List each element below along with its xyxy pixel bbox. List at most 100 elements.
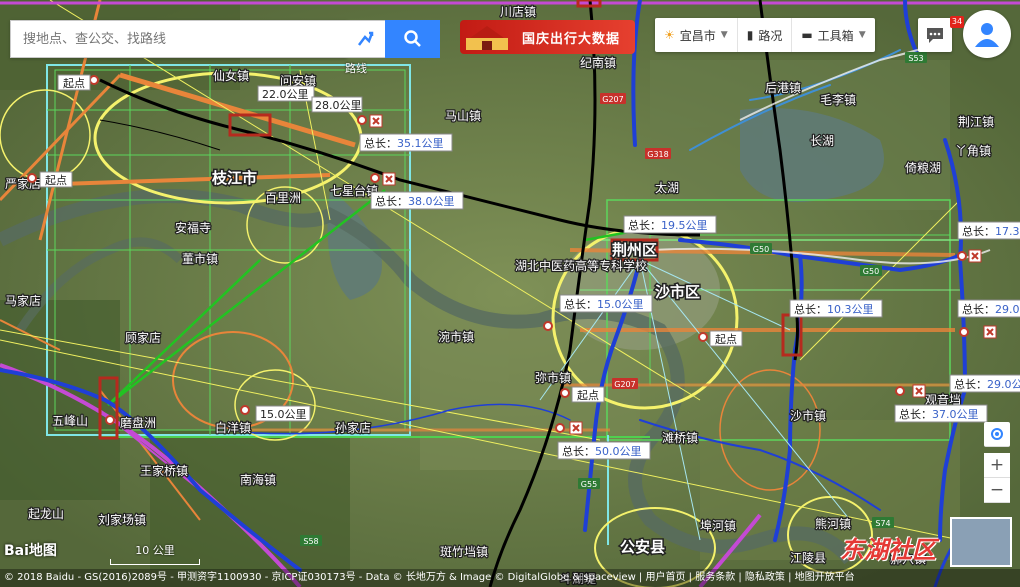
svg-text:总长：19.5公里: 总长：19.5公里 [628, 218, 708, 232]
place-label: 荆州区 [612, 241, 657, 259]
message-button[interactable] [918, 18, 952, 52]
svg-text:总长：35.1公里: 总长：35.1公里 [364, 136, 444, 150]
measure-label: 总长：29.0公里 [949, 374, 1020, 393]
svg-text:15.0公里: 15.0公里 [260, 408, 307, 421]
svg-text:起点: 起点 [577, 389, 599, 402]
svg-text:总长：10.3公里: 总长：10.3公里 [794, 302, 874, 316]
svg-text:22.0公里: 22.0公里 [262, 88, 309, 101]
route-tooltip: 路线 [345, 62, 367, 75]
place-label: 孙家店 [335, 420, 371, 435]
route-button[interactable] [345, 20, 385, 58]
close-icon [369, 114, 383, 128]
road-badge: G50 [860, 265, 882, 276]
measure-label: 28.0公里 [311, 96, 363, 113]
traffic-light-icon: ▮ [746, 28, 754, 42]
svg-text:G318: G318 [647, 150, 668, 159]
close-icon [382, 172, 396, 186]
search-input[interactable] [21, 21, 345, 57]
zoom-in-button[interactable]: + [984, 453, 1010, 478]
measure-label: 总长：37.0公里 [894, 404, 988, 423]
svg-text:总长：17.3公里: 总长：17.3公里 [962, 224, 1020, 238]
place-label: 沙市镇 [790, 408, 826, 423]
copyright-bar: © 2018 Baidu - GS(2016)2089号 - 甲测资字11009… [0, 569, 1020, 587]
road-badge: G50 [750, 243, 772, 254]
place-label: 长湖 [810, 133, 834, 148]
tiananmen-icon [466, 26, 508, 50]
plus-icon: + [989, 455, 1005, 475]
overview-map-thumbnail[interactable] [950, 517, 1012, 567]
message-icon [927, 28, 943, 43]
map-toolbar: ☀ 宜昌市 ▼ ▮ 路况 ▬ 工具箱 ▼ [655, 18, 875, 52]
place-label: 埠河镇 [700, 519, 736, 533]
user-avatar[interactable] [963, 10, 1011, 58]
place-label: 百里洲 [265, 191, 301, 205]
place-label: 刘家场镇 [98, 512, 146, 527]
measure-label: 总长：35.1公里 [359, 133, 453, 152]
svg-text:G50: G50 [753, 245, 769, 254]
toolbox-button[interactable]: ▬ 工具箱 ▼ [792, 18, 874, 52]
svg-text:总长：37.0公里: 总长：37.0公里 [899, 407, 979, 421]
svg-text:28.0公里: 28.0公里 [315, 99, 362, 112]
svg-text:起点: 起点 [715, 333, 737, 346]
search-icon [403, 30, 421, 47]
scale-label: 10 公里 [135, 544, 175, 557]
measure-label: 总长：15.0公里 [559, 294, 653, 313]
svg-text:S53: S53 [908, 54, 923, 63]
locate-button[interactable] [984, 422, 1010, 447]
minus-icon: − [989, 480, 1005, 500]
chevron-down-icon: ▼ [720, 30, 728, 40]
close-icon [569, 421, 583, 435]
road-badge: S74 [872, 517, 894, 528]
place-label: 董市镇 [182, 251, 218, 266]
search-box[interactable] [10, 20, 347, 58]
place-label: 弥市镇 [535, 370, 571, 385]
city-label: 宜昌市 [679, 28, 716, 43]
toolbox-icon: ▬ [801, 28, 813, 42]
svg-text:G207: G207 [602, 95, 623, 104]
close-icon [968, 249, 982, 263]
place-label: 后港镇 [765, 81, 801, 95]
holiday-banner[interactable]: 国庆出行大数据 [460, 20, 635, 54]
scale-bar: 10 公里 [110, 542, 200, 565]
road-badge: G207 [600, 93, 626, 104]
toolbox-label: 工具箱 [817, 28, 854, 43]
place-label: 白洋镇 [215, 420, 251, 435]
search-button[interactable] [385, 20, 440, 58]
banner-text: 国庆出行大数据 [522, 31, 621, 47]
place-label: 顾家店 [125, 330, 161, 345]
zoom-out-button[interactable]: − [984, 478, 1010, 503]
place-label: 纪南镇 [580, 55, 616, 70]
message-count-badge: 34 [950, 16, 964, 28]
place-label: 安福寺 [175, 220, 211, 235]
measure-label: 总长：19.5公里 [623, 215, 717, 234]
traffic-button[interactable]: ▮ 路况 [738, 18, 793, 52]
sun-icon: ☀ [664, 28, 675, 42]
place-label: 滩桥镇 [662, 431, 698, 445]
city-selector[interactable]: ☀ 宜昌市 ▼ [655, 18, 738, 52]
baidu-logo: Bai地图 [4, 543, 57, 559]
place-label: 熊河镇 [815, 516, 851, 531]
route-icon [358, 31, 374, 46]
place-label: 涴市镇 [438, 329, 474, 344]
user-icon [975, 23, 999, 47]
place-label: 马家店 [5, 293, 41, 308]
place-label: 倚粮湖 [905, 160, 941, 175]
place-label: 川店镇 [500, 5, 536, 19]
svg-text:总长：15.0公里: 总长：15.0公里 [564, 297, 644, 311]
svg-text:起点: 起点 [45, 174, 67, 187]
place-label: 马山镇 [445, 109, 481, 123]
close-icon [912, 384, 926, 398]
chevron-down-icon: ▼ [858, 30, 866, 40]
svg-text:总长：29.0公里: 总长：29.0公里 [954, 377, 1020, 391]
place-label: 王家桥镇 [140, 463, 188, 478]
svg-text:S74: S74 [875, 519, 890, 528]
svg-text:起点: 起点 [63, 77, 85, 90]
place-label: 磨盘洲 [120, 415, 156, 430]
place-label: 五峰山 [52, 414, 88, 428]
svg-text:总长：29.0公里: 总长：29.0公里 [962, 302, 1020, 316]
satellite-map[interactable]: G207 G318 G50 G55 S53 S74 S58 G207 G50 枝… [0, 0, 1020, 587]
close-icon [983, 325, 997, 339]
svg-text:G55: G55 [581, 480, 597, 489]
road-badge: S58 [300, 535, 322, 546]
road-badge: G207 [612, 378, 638, 389]
